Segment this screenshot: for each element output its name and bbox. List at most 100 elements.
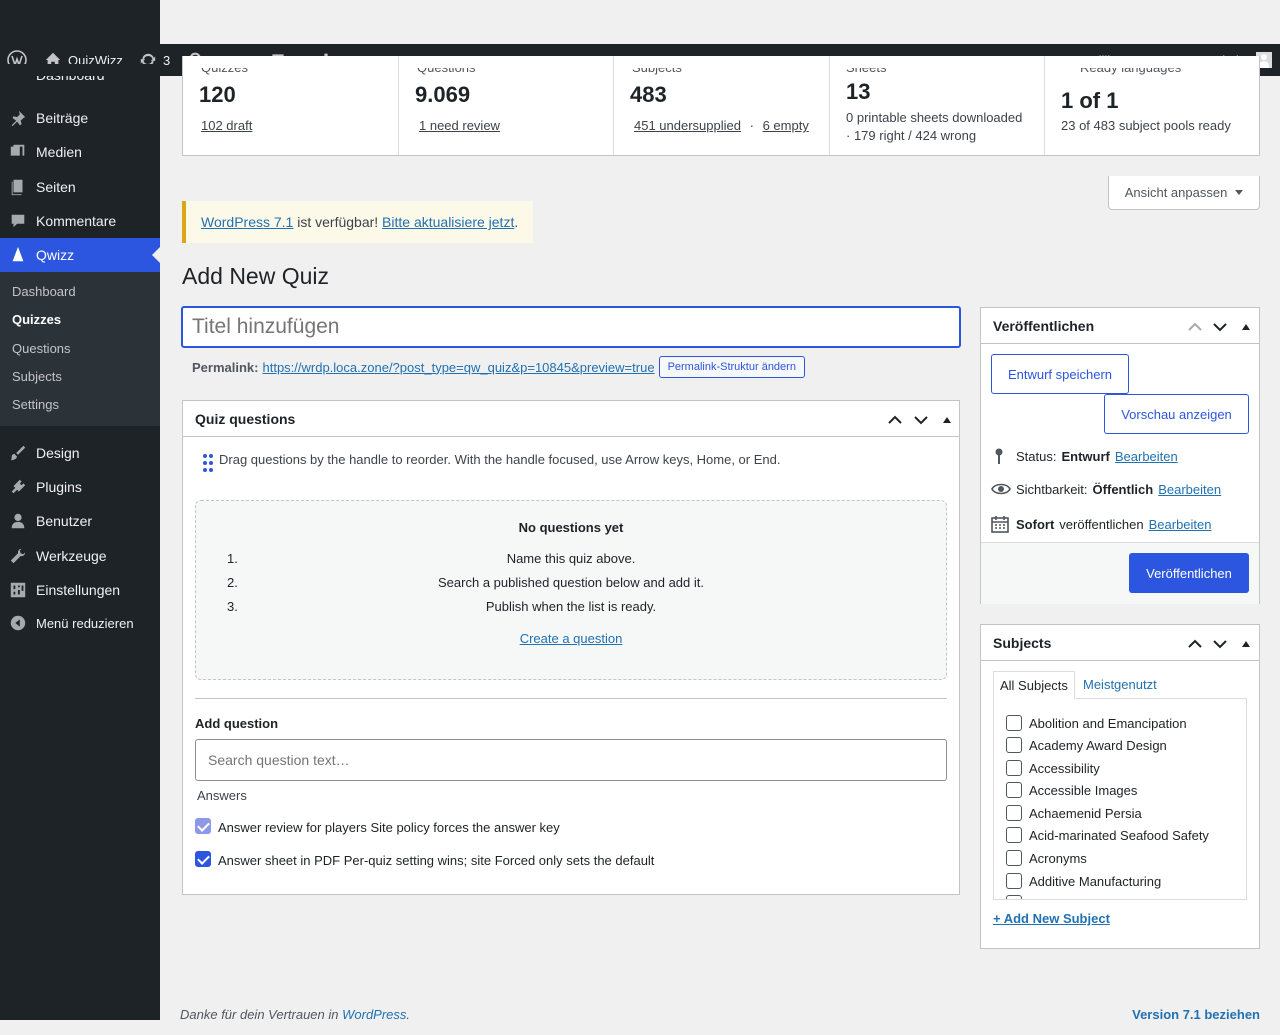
notice-end: . <box>514 214 519 230</box>
quiz-questions-header: Quiz questions <box>183 401 959 437</box>
collapse-menu-button[interactable]: Menü reduzieren <box>0 606 160 640</box>
box-title: Veröffentlichen <box>993 317 1095 334</box>
sidebar-item-label: Werkzeuge <box>36 548 107 564</box>
edit-visibility-link[interactable]: Bearbeiten <box>1158 482 1221 497</box>
subject-checkbox[interactable] <box>1006 805 1022 821</box>
subject-checkbox[interactable] <box>1006 760 1022 776</box>
save-draft-button[interactable]: Entwurf speichern <box>991 354 1129 394</box>
undersupplied-link[interactable]: 451 undersupplied <box>634 118 741 133</box>
sidebar-item-label: Design <box>36 445 80 461</box>
toggle-panel-icon[interactable] <box>1242 641 1250 647</box>
permalink-row: Permalink: https://wrdp.loca.zone/?post_… <box>192 355 805 379</box>
page-title: Add New Quiz <box>182 263 330 289</box>
stat-value: 9.069 <box>415 82 471 107</box>
sidebar-item-comments[interactable]: Kommentare <box>0 204 160 238</box>
change-permalink-button[interactable]: Permalink-Struktur ändern <box>658 356 805 378</box>
edit-status-link[interactable]: Bearbeiten <box>1115 449 1178 464</box>
stat-links: 451 undersupplied · 6 empty <box>634 118 809 133</box>
visibility-label: Sichtbarkeit: <box>1016 481 1088 497</box>
answer-review-label: Answer review for players Site policy fo… <box>218 820 560 835</box>
subject-checkbox[interactable] <box>1006 827 1022 843</box>
move-up-icon[interactable] <box>1186 635 1204 653</box>
subject-checkbox[interactable] <box>1006 737 1022 753</box>
add-question-label: Add question <box>195 716 279 731</box>
status-label: Status: <box>1016 448 1057 464</box>
step-text: Search a published question below and ad… <box>438 575 704 590</box>
answer-review-checkbox[interactable] <box>195 818 211 834</box>
subject-checkbox[interactable] <box>1006 715 1022 731</box>
media-icon <box>10 144 25 156</box>
sidebar-item-settings[interactable]: Einstellungen <box>0 573 160 607</box>
submenu-questions[interactable]: Questions <box>12 341 71 356</box>
visibility-row: Sichtbarkeit: Öffentlich Bearbeiten <box>991 481 1221 497</box>
admin-sidebar: Dashboard Beiträge Medien Seiten Komment… <box>0 64 160 1020</box>
subject-checkbox[interactable] <box>1006 895 1022 899</box>
move-up-icon[interactable] <box>886 411 904 429</box>
move-down-icon[interactable] <box>1211 318 1229 336</box>
sidebar-item-label: Qwizz <box>36 247 75 263</box>
subject-checkbox[interactable] <box>1006 850 1022 866</box>
create-question-wrap: Create a question <box>196 631 946 646</box>
title-input[interactable] <box>181 306 961 348</box>
sidebar-item-pages[interactable]: Seiten <box>0 170 160 204</box>
tab-all-subjects[interactable]: All Subjects <box>993 671 1075 699</box>
answer-sheet-label: Answer sheet in PDF Per-quiz setting win… <box>218 853 655 868</box>
collapse-icon <box>10 615 26 631</box>
permalink-url[interactable]: https://wrdp.loca.zone/?post_type=qw_qui… <box>262 360 654 375</box>
submenu-subjects[interactable]: Subjects <box>12 369 62 384</box>
subject-checkbox[interactable] <box>1006 873 1022 889</box>
separator: · <box>749 118 754 133</box>
move-up-icon[interactable] <box>1186 318 1204 336</box>
move-down-icon[interactable] <box>912 411 930 429</box>
collapse-label: Menü reduzieren <box>36 615 134 631</box>
drafts-link[interactable]: 102 draft <box>201 118 252 133</box>
sidebar-item-media[interactable]: Medien <box>0 135 160 169</box>
stat-quizzes: Quizzes 120 102 draft <box>183 56 399 155</box>
pools-ready: 23 of 483 subject pools ready <box>1061 118 1231 133</box>
wrench-icon <box>10 548 26 564</box>
stat-label-cut: Sheets <box>846 68 886 75</box>
sidebar-item-design[interactable]: Design <box>0 436 160 470</box>
sidebar-item-tools[interactable]: Werkzeuge <box>0 539 160 573</box>
submenu-settings[interactable]: Settings <box>12 397 59 412</box>
right-wrong: · 179 right / 424 wrong <box>846 128 977 143</box>
tab-most-used[interactable]: Meistgenutzt <box>1083 677 1157 692</box>
add-new-subject-link[interactable]: + Add New Subject <box>993 911 1110 926</box>
empty-title: No questions yet <box>518 520 624 535</box>
need-review-link[interactable]: 1 need review <box>419 118 500 133</box>
settings-icon <box>10 582 26 598</box>
submenu-dashboard[interactable]: Dashboard <box>12 284 76 299</box>
empty-link[interactable]: 6 empty <box>763 118 809 133</box>
preview-button[interactable]: Vorschau anzeigen <box>1104 394 1249 434</box>
submenu-quizzes[interactable]: Quizzes <box>12 312 61 327</box>
stat-value: 120 <box>199 82 236 107</box>
sidebar-item-posts[interactable]: Beiträge <box>0 101 160 135</box>
toggle-panel-icon[interactable] <box>943 417 951 423</box>
schedule-row: Sofort veröffentlichen Bearbeiten <box>991 515 1212 533</box>
schedule-text: veröffentlichen <box>1059 516 1144 532</box>
sidebar-item-qwizz[interactable]: Qwizz <box>0 238 160 272</box>
question-search-input[interactable] <box>195 739 947 781</box>
publish-button[interactable]: Veröffentlichen <box>1129 553 1249 593</box>
subject-checkbox[interactable] <box>1006 782 1022 798</box>
stat-value: 1 of 1 <box>1061 88 1119 113</box>
create-question-link[interactable]: Create a question <box>520 631 623 646</box>
sidebar-item-label: Plugins <box>36 479 82 495</box>
stat-value: 483 <box>630 82 667 107</box>
move-down-icon[interactable] <box>1211 635 1229 653</box>
stat-label-cut: Questions <box>417 68 476 75</box>
edit-schedule-link[interactable]: Bearbeiten <box>1149 517 1212 532</box>
update-now-link[interactable]: Bitte aktualisiere jetzt <box>382 214 514 230</box>
wp-version-link[interactable]: WordPress 7.1 <box>201 214 293 230</box>
pages-icon <box>11 179 23 196</box>
publish-box: Veröffentlichen Entwurf speichern Vorsch… <box>980 307 1260 604</box>
sidebar-item-plugins[interactable]: Plugins <box>0 470 160 504</box>
toggle-panel-icon[interactable] <box>1242 324 1250 330</box>
user-icon <box>11 513 25 529</box>
sidebar-item-users[interactable]: Benutzer <box>0 504 160 538</box>
screen-options-button[interactable]: Ansicht anpassen <box>1108 176 1260 210</box>
stat-text: 0 printable sheets downloaded · 179 righ… <box>846 109 1022 145</box>
answer-sheet-checkbox[interactable] <box>195 851 211 867</box>
stat-links: 1 need review <box>419 118 500 133</box>
answers-label: Answers <box>197 788 247 803</box>
